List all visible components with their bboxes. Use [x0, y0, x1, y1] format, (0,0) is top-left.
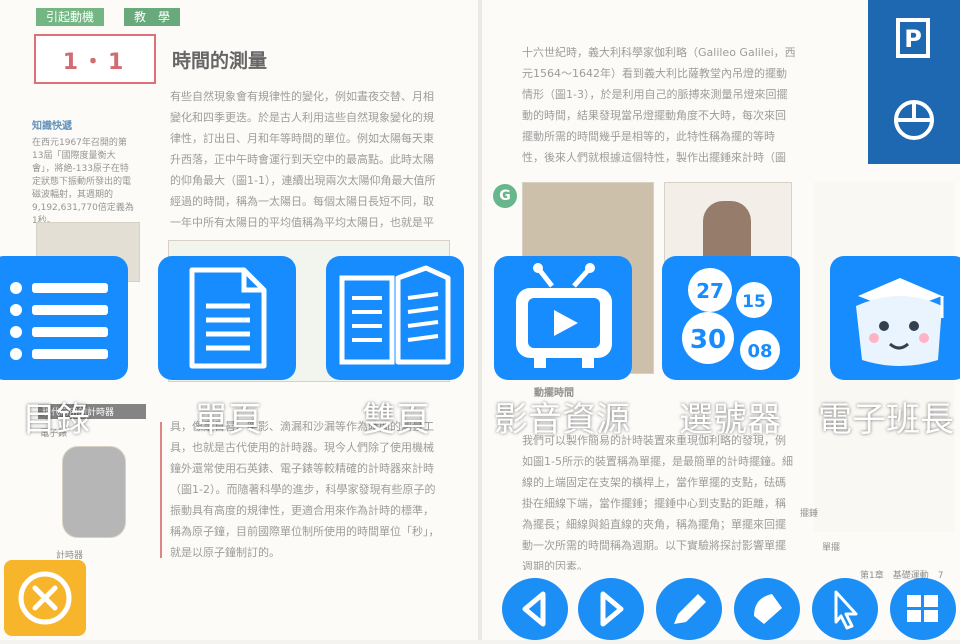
pointer-button[interactable] [812, 578, 878, 640]
eraser-icon [754, 594, 782, 624]
ball-number-2: 15 [742, 292, 766, 312]
menu-label-double-page: 雙頁 [362, 400, 430, 440]
ball-number-3: 30 [690, 325, 726, 355]
menu-label-number-picker: 選號器 [679, 400, 781, 440]
grid-icon [907, 595, 938, 622]
menu-item-media[interactable] [494, 256, 632, 380]
list-icon [10, 282, 108, 360]
tv-icon [516, 263, 612, 368]
menu-item-double-page[interactable] [326, 256, 464, 380]
pie-chart-icon[interactable] [890, 96, 938, 144]
grid-menu-button[interactable] [890, 578, 956, 640]
class-leader-icon [856, 278, 944, 366]
close-button[interactable] [4, 560, 86, 636]
right-tool-panel: P [868, 0, 960, 164]
ball-number-1: 27 [696, 279, 724, 303]
menu-label-media: 影音資源 [494, 400, 630, 440]
previous-page-button[interactable] [502, 578, 568, 640]
close-icon [18, 571, 72, 625]
menu-item-contents[interactable] [0, 256, 128, 380]
menu-item-class-leader[interactable] [830, 256, 960, 380]
menu-item-number-picker[interactable]: 27 15 30 08 [662, 256, 800, 380]
menu-label-single-page: 單頁 [194, 400, 262, 440]
powerpoint-letter: P [904, 25, 922, 53]
menu-label-contents: 目錄 [22, 400, 90, 440]
powerpoint-icon[interactable]: P [890, 14, 938, 62]
ball-number-4: 08 [747, 341, 772, 362]
next-icon [600, 591, 624, 627]
eraser-button[interactable] [734, 578, 800, 640]
pointer-icon [834, 590, 858, 630]
single-page-icon [189, 267, 267, 369]
next-page-button[interactable] [578, 578, 644, 640]
menu-label-class-leader: 電子班長 [818, 400, 954, 440]
pen-button[interactable] [656, 578, 722, 640]
number-balls-icon: 27 15 30 08 [682, 268, 780, 370]
menu-item-single-page[interactable] [158, 256, 296, 380]
pen-icon [674, 594, 706, 624]
double-page-icon [339, 265, 451, 365]
previous-icon [522, 591, 546, 627]
menu-overlay [0, 0, 960, 640]
